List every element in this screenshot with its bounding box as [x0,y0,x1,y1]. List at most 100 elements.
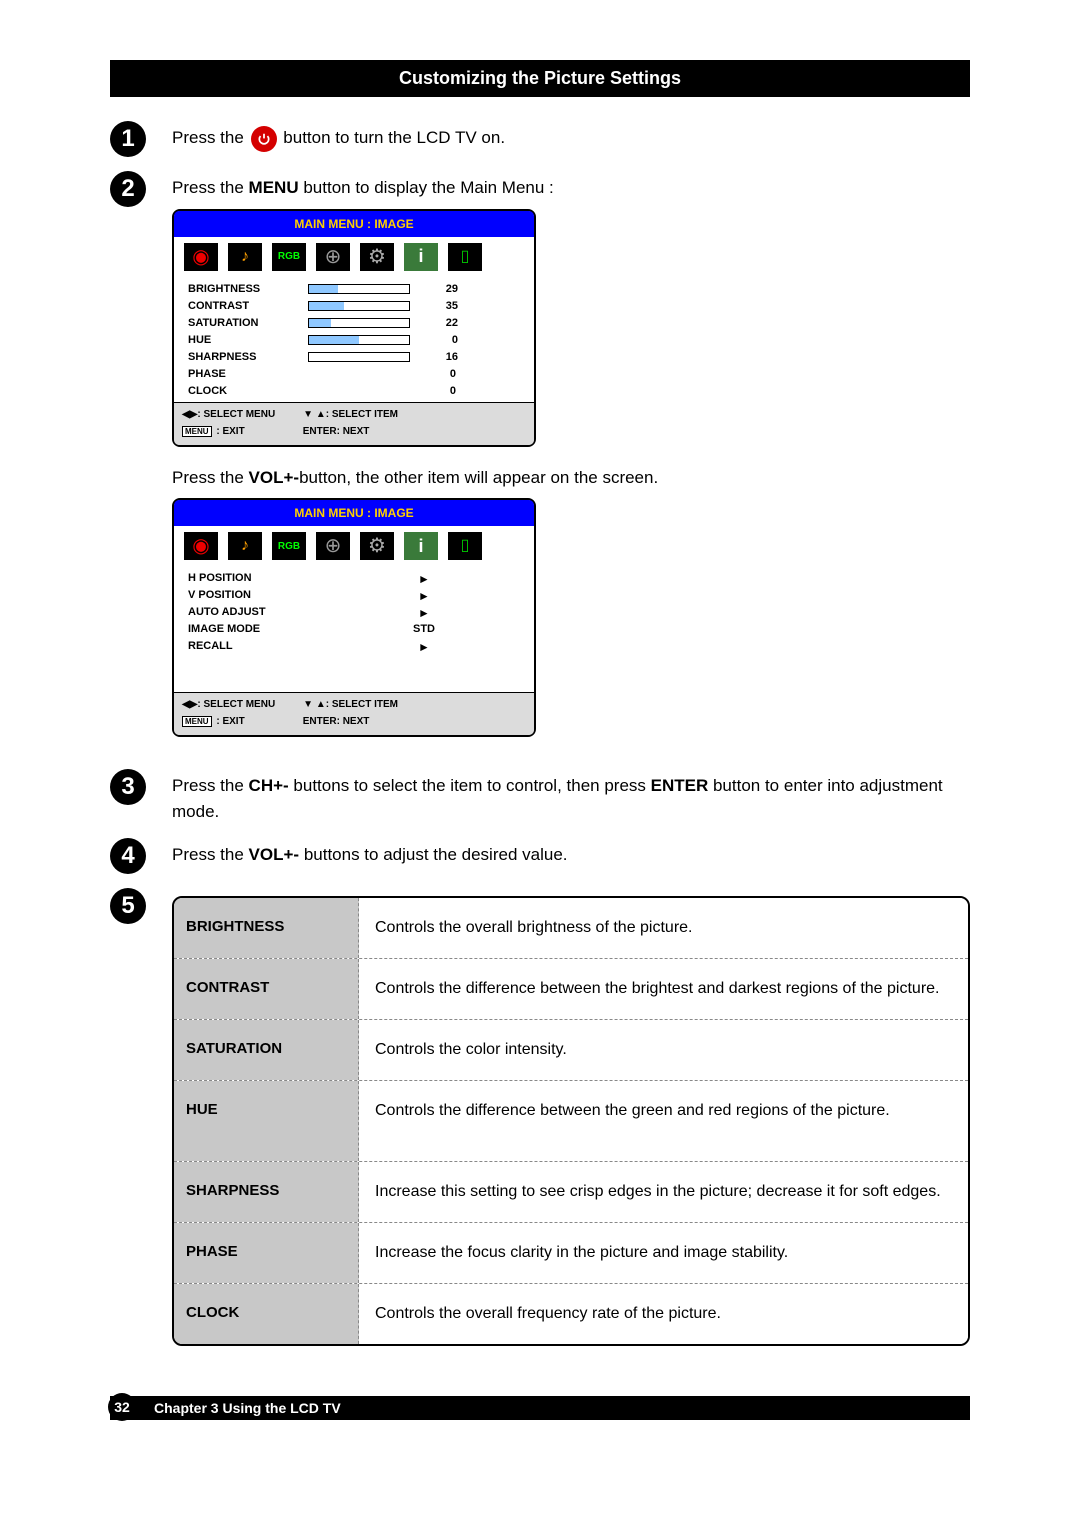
vol-label: VOL+- [249,845,300,864]
osd-rows: H POSITION► V POSITION► AUTO ADJUST► IMA… [174,566,534,692]
osd-label: CONTRAST [188,298,308,315]
osd-val: ► [418,638,430,656]
osd-tune-icon: ⊕ [316,243,350,271]
step-1-text: Press the button to turn the LCD TV on. [172,125,970,152]
power-icon [251,126,277,152]
select-menu-hint: ◀▶: SELECT MENU [182,697,275,712]
text: Press the [172,178,249,197]
page-footer: 32 Chapter 3 Using the LCD TV [110,1396,970,1420]
text: : EXIT [214,426,245,437]
text: buttons to adjust the desired value. [299,845,567,864]
text: buttons to select the item to control, t… [289,776,651,795]
osd-label: H POSITION [188,570,418,587]
osd-title: MAIN MENU : IMAGE [174,211,534,237]
text: button to turn the LCD TV on. [283,128,505,147]
mid-instruction: Press the VOL+-button, the other item wi… [172,465,970,491]
text: : SELECT MENU [197,409,275,420]
osd-val: 0 [428,332,458,349]
page-title: Customizing the Picture Settings [110,60,970,97]
step-4-text: Press the VOL+- buttons to adjust the de… [172,842,970,868]
osd-menu-2: MAIN MENU : IMAGE ◉ ♪ RGB ⊕ ⚙ i ▯ H POSI… [172,498,536,737]
osd-label: PHASE [188,366,308,383]
text: : EXIT [214,716,245,727]
step-2: 2 Press the MENU button to display the M… [110,175,970,755]
osd-row: HUE 0 [188,332,520,349]
osd-setup-icon: ⚙ [360,243,394,271]
menu-key: MENU [182,716,212,727]
osd-lang-icon: ▯ [448,532,482,560]
table-row: SATURATIONControls the color intensity. [174,1020,968,1081]
osd-row: IMAGE MODESTD [188,621,520,638]
osd-label: CLOCK [188,383,308,400]
osd-bar [308,335,410,345]
def-desc: Controls the difference between the brig… [359,959,968,1019]
osd-val: ► [418,604,430,622]
table-row: SHARPNESSIncrease this setting to see cr… [174,1162,968,1223]
enter-hint: ENTER: NEXT [303,714,370,729]
osd-label: SHARPNESS [188,349,308,366]
osd-tune-icon: ⊕ [316,532,350,560]
enter-hint: ENTER: NEXT [303,424,370,439]
osd-row: BRIGHTNESS 29 [188,281,520,298]
osd-val: ► [418,570,430,588]
exit-hint: MENU : EXIT [182,714,245,729]
osd-row: RECALL► [188,638,520,655]
osd-bar [308,301,410,311]
osd-val: 0 [426,366,456,383]
def-label: CLOCK [174,1284,359,1344]
osd-row: V POSITION► [188,587,520,604]
table-row: CLOCKControls the overall frequency rate… [174,1284,968,1344]
text: Press the [172,776,249,795]
def-desc: Controls the overall frequency rate of t… [359,1284,968,1344]
def-label: BRIGHTNESS [174,898,359,958]
osd-val: 35 [428,298,458,315]
osd-label: BRIGHTNESS [188,281,308,298]
def-desc: Controls the overall brightness of the p… [359,898,968,958]
osd-row: PHASE 0 [188,366,520,383]
step-number-5: 5 [110,888,146,924]
step-number-3: 3 [110,769,146,805]
osd-sound-icon: ♪ [228,243,262,271]
osd-row: H POSITION► [188,570,520,587]
osd-image-icon: ◉ [184,532,218,560]
osd-label: HUE [188,332,308,349]
menu-key: MENU [182,426,212,437]
osd-val: 29 [428,281,458,298]
def-desc: Controls the color intensity. [359,1020,968,1080]
osd-row: SATURATION22 [188,315,520,332]
text: : SELECT ITEM [326,699,398,710]
enter-label: ENTER [651,776,709,795]
osd-icon-row: ◉ ♪ RGB ⊕ ⚙ i ▯ [174,526,534,566]
osd-row: SHARPNESS16 [188,349,520,366]
osd-label: RECALL [188,638,418,655]
step-3-text: Press the CH+- buttons to select the ite… [172,773,970,824]
osd-val: ► [418,587,430,605]
osd-bar [308,318,410,328]
osd-footer: ◀▶: SELECT MENU ▼ ▲: SELECT ITEM MENU : … [174,402,534,445]
ch-label: CH+- [249,776,289,795]
def-desc: Increase the focus clarity in the pictur… [359,1223,968,1283]
text: Press the [172,128,249,147]
osd-val: 22 [428,315,458,332]
step-number-1: 1 [110,121,146,157]
text: Press the [172,468,249,487]
page-number: 32 [108,1393,136,1421]
osd-rgb-icon: RGB [272,243,306,271]
osd-val: 0 [426,383,456,400]
step-1: 1 Press the button to turn the LCD TV on… [110,125,970,157]
osd-label: IMAGE MODE [188,621,413,638]
osd-row: AUTO ADJUST► [188,604,520,621]
osd-val: STD [413,621,435,638]
select-item-hint: ▼ ▲: SELECT ITEM [303,697,398,712]
osd-setup-icon: ⚙ [360,532,394,560]
table-row: BRIGHTNESSControls the overall brightnes… [174,898,968,959]
def-label: HUE [174,1081,359,1161]
vol-label: VOL+- [249,468,300,487]
osd-footer: ◀▶: SELECT MENU ▼ ▲: SELECT ITEM MENU : … [174,692,534,735]
osd-row: CLOCK 0 [188,383,520,400]
chapter-label: Chapter 3 Using the LCD TV [154,1400,341,1416]
def-label: PHASE [174,1223,359,1283]
osd-info-icon: i [404,243,438,271]
menu-label: MENU [249,178,299,197]
osd-row: CONTRAST 35 [188,298,520,315]
